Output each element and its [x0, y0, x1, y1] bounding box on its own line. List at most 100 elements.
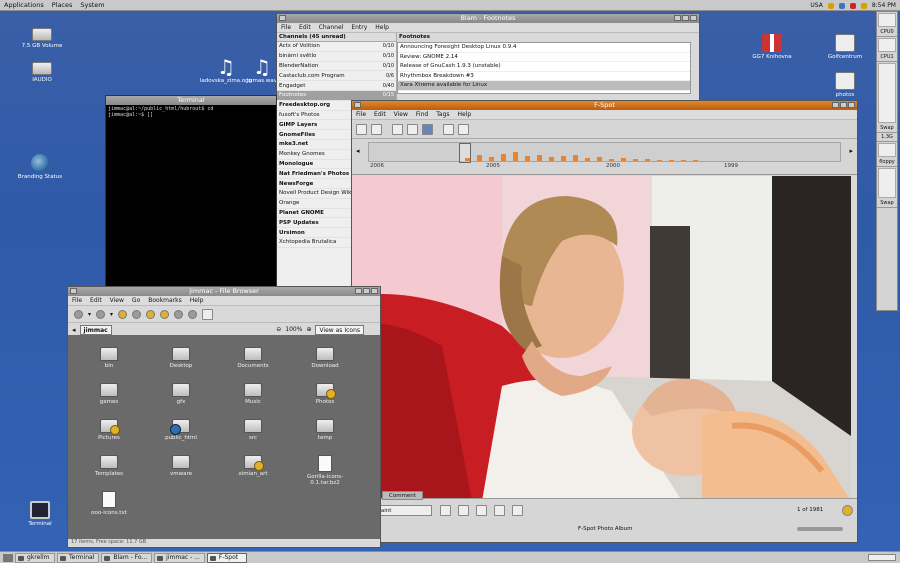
- zoom-level[interactable]: 100%: [285, 326, 302, 333]
- channel-row[interactable]: BlenderNation 0/10: [277, 62, 396, 72]
- fb-menu-bookmarks[interactable]: Bookmarks: [144, 297, 186, 304]
- window-menu-icon[interactable]: [279, 15, 286, 21]
- fb-menu-go[interactable]: Go: [128, 297, 144, 304]
- zoom-in-icon[interactable]: ⊕: [306, 326, 311, 333]
- location-button[interactable]: jimmac: [79, 324, 112, 335]
- desktop-icon-golfcentrum[interactable]: Golfcentrum: [815, 34, 875, 60]
- fspot-menu-find[interactable]: Find: [412, 111, 432, 118]
- terminal-output[interactable]: jimmac@al:~/public_html/hubrout$ cd jimm…: [106, 105, 276, 289]
- computer-icon[interactable]: [174, 309, 184, 319]
- desktop-icon-gg7[interactable]: GG7 Knihovna: [742, 34, 802, 60]
- single-view-icon[interactable]: [422, 123, 433, 135]
- channel-row[interactable]: binární světlo 0/10: [277, 52, 396, 62]
- fb-menu-file[interactable]: File: [68, 297, 86, 304]
- blam-titlebar[interactable]: Blam - Footnotes: [277, 14, 699, 23]
- network-icon[interactable]: [188, 309, 198, 319]
- menu-applications[interactable]: Applications: [0, 1, 48, 9]
- file-item[interactable]: Music: [228, 383, 278, 405]
- file-item[interactable]: bin: [84, 347, 134, 369]
- fspot-menu-view[interactable]: View: [390, 111, 412, 118]
- timeline-right-arrow-icon[interactable]: ▸: [849, 147, 853, 155]
- back-icon[interactable]: [74, 309, 83, 319]
- desktop-icon-terminal[interactable]: Terminal: [10, 501, 70, 527]
- file-item[interactable]: ximian_art: [228, 455, 278, 477]
- tray-lock-icon[interactable]: [827, 2, 834, 9]
- file-item[interactable]: ooo-icons.txt: [84, 491, 134, 516]
- taskbar-button[interactable]: jimmac - ...: [154, 552, 205, 563]
- desktop-icon-photos[interactable]: photos: [815, 72, 875, 98]
- export-icon[interactable]: [512, 505, 523, 516]
- browse-icon[interactable]: [392, 123, 403, 135]
- file-item[interactable]: Documents: [228, 347, 278, 369]
- fb-menu-help[interactable]: Help: [186, 297, 208, 304]
- workspace-switcher[interactable]: [868, 554, 896, 561]
- timeline-left-arrow-icon[interactable]: ◂: [356, 147, 360, 155]
- fspot-titlebar[interactable]: F-Spot: [352, 101, 857, 110]
- web-export-icon[interactable]: [476, 505, 487, 516]
- menu-places[interactable]: Places: [48, 1, 77, 9]
- minimize-icon[interactable]: [832, 102, 839, 108]
- tray-mail-icon[interactable]: [849, 2, 856, 9]
- desktop-icon-iaudio[interactable]: IAUDIO: [12, 58, 72, 83]
- desktop-icon-branding[interactable]: Branding Status: [10, 154, 70, 180]
- show-desktop-icon[interactable]: [3, 553, 13, 562]
- slideshow-icon[interactable]: [458, 123, 469, 135]
- up-icon[interactable]: [118, 309, 128, 319]
- desktop-icon-volume[interactable]: 7.5 GB Volume: [12, 24, 72, 49]
- timeline[interactable]: ◂ ▸ 2006 2005 2000 1999: [352, 139, 857, 175]
- file-icon-view[interactable]: bin Desktop Documents Download games gfx Music…: [68, 335, 380, 540]
- tray-network-icon[interactable]: [838, 2, 845, 9]
- taskbar-button[interactable]: F-Spot: [206, 552, 247, 563]
- tray-volume-icon[interactable]: [860, 2, 867, 9]
- next-photo-icon[interactable]: [842, 505, 853, 516]
- fspot-menu-tags[interactable]: Tags: [432, 111, 453, 118]
- file-item[interactable]: temp: [300, 419, 350, 441]
- fspot-menu-help[interactable]: Help: [454, 111, 476, 118]
- pencil-icon[interactable]: [440, 505, 451, 516]
- close-icon[interactable]: [371, 288, 378, 294]
- blam-menu-channel[interactable]: Channel: [315, 24, 348, 31]
- maximize-icon[interactable]: [840, 102, 847, 108]
- window-menu-icon[interactable]: [354, 102, 361, 108]
- fb-menu-view[interactable]: View: [106, 297, 128, 304]
- footnote-row[interactable]: Xara Xtreme available for Linux: [398, 81, 690, 91]
- blam-menu-entry[interactable]: Entry: [347, 24, 371, 31]
- timeline-track[interactable]: [368, 142, 841, 163]
- menu-system[interactable]: System: [76, 1, 108, 9]
- file-item[interactable]: Photos: [300, 383, 350, 405]
- blam-menu-help[interactable]: Help: [371, 24, 393, 31]
- close-icon[interactable]: [848, 102, 855, 108]
- stop-icon[interactable]: [132, 309, 142, 319]
- taskbar-button[interactable]: Terminal: [57, 552, 100, 563]
- zoom-out-icon[interactable]: ⊖: [276, 326, 281, 333]
- file-item[interactable]: Download: [300, 347, 350, 369]
- search-icon[interactable]: [202, 308, 214, 320]
- footnote-row[interactable]: Review: GNOME 2.14: [398, 53, 690, 62]
- forward-icon[interactable]: [96, 309, 106, 319]
- home-icon[interactable]: [160, 309, 170, 319]
- forward-dropdown-icon[interactable]: ▾: [110, 311, 113, 318]
- footnote-row[interactable]: Announcing Foresight Desktop Linux 0.9.4: [398, 43, 690, 53]
- maximize-icon[interactable]: [363, 288, 370, 294]
- back-dropdown-icon[interactable]: ▾: [88, 311, 91, 318]
- file-item[interactable]: vmware: [156, 455, 206, 477]
- fullscreen-icon[interactable]: [443, 123, 454, 135]
- minimize-icon[interactable]: [355, 288, 362, 294]
- channel-row[interactable]: Acts of Volition 0/10: [277, 42, 396, 52]
- photo-view[interactable]: [352, 176, 851, 501]
- taskbar-button[interactable]: gkrellm: [15, 552, 55, 563]
- reload-icon[interactable]: [146, 309, 156, 319]
- maximize-icon[interactable]: [682, 15, 689, 21]
- rotate-right-icon[interactable]: [371, 123, 382, 135]
- fspot-menu-file[interactable]: File: [352, 111, 370, 118]
- fb-menu-edit[interactable]: Edit: [86, 297, 106, 304]
- minimize-icon[interactable]: [674, 15, 681, 21]
- fspot-menu-edit[interactable]: Edit: [370, 111, 390, 118]
- keyboard-locale[interactable]: USA: [810, 2, 822, 9]
- taskbar-button[interactable]: Blam - Fo...: [101, 552, 153, 563]
- file-item[interactable]: public_html: [156, 419, 206, 441]
- file-item[interactable]: gfx: [156, 383, 206, 405]
- file-item[interactable]: Templates: [84, 455, 134, 477]
- footnote-row[interactable]: Release of GnuCash 1.9.3 (unstable): [398, 62, 690, 72]
- blam-menu-edit[interactable]: Edit: [295, 24, 315, 31]
